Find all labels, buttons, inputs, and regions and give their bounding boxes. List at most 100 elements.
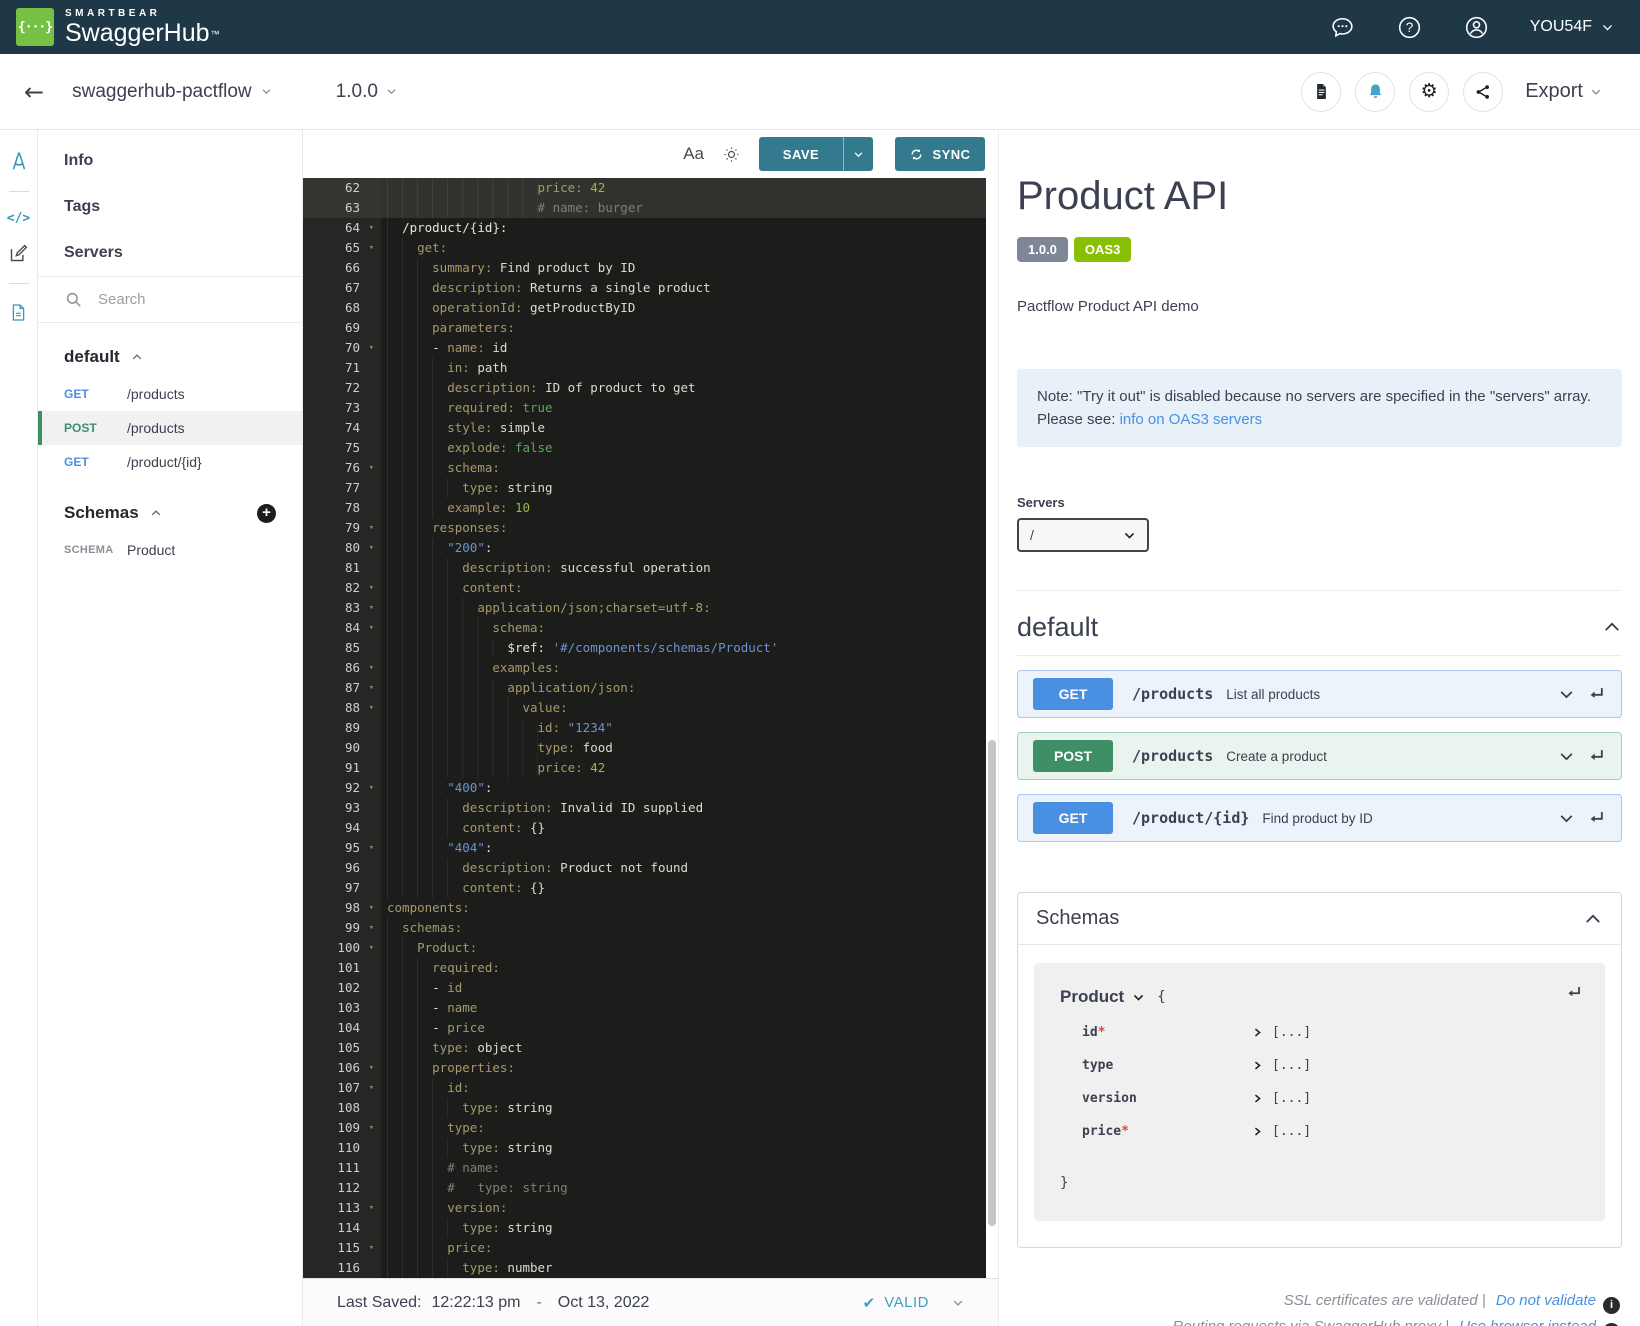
fold-arrow-icon[interactable]: ▾ bbox=[369, 698, 374, 718]
code-line[interactable]: 91 price: 42 bbox=[303, 758, 986, 778]
info-icon[interactable]: i bbox=[1603, 1297, 1620, 1314]
code-line[interactable]: 114 type: string bbox=[303, 1218, 986, 1238]
save-button[interactable]: SAVE bbox=[759, 137, 843, 171]
theme-toggle-sun-icon[interactable] bbox=[722, 145, 741, 164]
code-line[interactable]: 73 required: true bbox=[303, 398, 986, 418]
chevron-down-icon[interactable] bbox=[1558, 810, 1575, 827]
code-line[interactable]: 113▾ version: bbox=[303, 1198, 986, 1218]
save-options-caret[interactable] bbox=[843, 137, 873, 171]
chevron-right-icon[interactable] bbox=[1252, 1027, 1263, 1038]
model-return-icon[interactable] bbox=[1564, 983, 1583, 1002]
code-line[interactable]: 72 description: ID of product to get bbox=[303, 378, 986, 398]
code-line[interactable]: 111 # name: bbox=[303, 1158, 986, 1178]
code-line[interactable]: 107▾ id: bbox=[303, 1078, 986, 1098]
add-schema-button[interactable]: + bbox=[257, 504, 276, 523]
fold-arrow-icon[interactable]: ▾ bbox=[369, 538, 374, 558]
fold-arrow-icon[interactable]: ▾ bbox=[369, 1198, 374, 1218]
chevron-down-icon[interactable] bbox=[952, 1297, 964, 1309]
code-line[interactable]: 104 - price bbox=[303, 1018, 986, 1038]
code-line[interactable]: 75 explode: false bbox=[303, 438, 986, 458]
do-not-validate-link[interactable]: Do not validate bbox=[1496, 1292, 1596, 1309]
fold-arrow-icon[interactable]: ▾ bbox=[369, 1058, 374, 1078]
fold-arrow-icon[interactable]: ▾ bbox=[369, 838, 374, 858]
fold-arrow-icon[interactable]: ▾ bbox=[369, 338, 374, 358]
sidebar-item-servers[interactable]: Servers bbox=[38, 230, 302, 276]
sidebar-operation-item[interactable]: GET/product/{id} bbox=[38, 445, 302, 479]
fold-arrow-icon[interactable]: ▾ bbox=[369, 778, 374, 798]
code-area[interactable]: 62 price: 4263 # name: burger64▾ /produc… bbox=[303, 178, 986, 1278]
code-line[interactable]: 80▾ "200": bbox=[303, 538, 986, 558]
chevron-down-icon[interactable] bbox=[1558, 686, 1575, 703]
fold-arrow-icon[interactable]: ▾ bbox=[369, 938, 374, 958]
fold-arrow-icon[interactable]: ▾ bbox=[369, 658, 374, 678]
code-line[interactable]: 93 description: Invalid ID supplied bbox=[303, 798, 986, 818]
code-line[interactable]: 90 type: food bbox=[303, 738, 986, 758]
code-line[interactable]: 76▾ schema: bbox=[303, 458, 986, 478]
code-line[interactable]: 67 description: Returns a single product bbox=[303, 278, 986, 298]
code-line[interactable]: 101 required: bbox=[303, 958, 986, 978]
code-line[interactable]: 99▾ schemas: bbox=[303, 918, 986, 938]
fold-arrow-icon[interactable]: ▾ bbox=[369, 458, 374, 478]
code-line[interactable]: 89 id: "1234" bbox=[303, 718, 986, 738]
chevron-up-icon[interactable] bbox=[1583, 909, 1603, 929]
user-account-icon[interactable] bbox=[1463, 14, 1490, 41]
code-line[interactable]: 88▾ value: bbox=[303, 698, 986, 718]
sidebar-operation-item[interactable]: POST/products bbox=[38, 411, 302, 445]
version-dropdown[interactable]: 1.0.0 bbox=[336, 81, 397, 103]
code-line[interactable]: 74 style: simple bbox=[303, 418, 986, 438]
code-line[interactable]: 87▾ application/json: bbox=[303, 678, 986, 698]
sidebar-section-default[interactable]: default bbox=[38, 337, 302, 377]
search-input[interactable] bbox=[96, 290, 266, 309]
code-line[interactable]: 94 content: {} bbox=[303, 818, 986, 838]
code-line[interactable]: 108 type: string bbox=[303, 1098, 986, 1118]
chevron-down-icon[interactable] bbox=[1558, 748, 1575, 765]
code-line[interactable]: 84▾ schema: bbox=[303, 618, 986, 638]
code-line[interactable]: 63 # name: burger bbox=[303, 198, 986, 218]
code-line[interactable]: 65▾ get: bbox=[303, 238, 986, 258]
code-line[interactable]: 66 summary: Find product by ID bbox=[303, 258, 986, 278]
fold-arrow-icon[interactable]: ▾ bbox=[369, 1238, 374, 1258]
try-it-return-icon[interactable] bbox=[1586, 746, 1606, 766]
code-line[interactable]: 70▾ - name: id bbox=[303, 338, 986, 358]
chat-feedback-icon[interactable] bbox=[1329, 14, 1356, 41]
code-line[interactable]: 81 description: successful operation bbox=[303, 558, 986, 578]
chevron-up-icon[interactable] bbox=[1602, 617, 1622, 637]
code-line[interactable]: 62 price: 42 bbox=[303, 178, 986, 198]
fold-arrow-icon[interactable]: ▾ bbox=[369, 918, 374, 938]
sync-button[interactable]: SYNC bbox=[895, 137, 985, 171]
code-line[interactable]: 98▾components: bbox=[303, 898, 986, 918]
docs-button[interactable] bbox=[1301, 72, 1341, 112]
code-line[interactable]: 95▾ "404": bbox=[303, 838, 986, 858]
fold-arrow-icon[interactable]: ▾ bbox=[369, 218, 374, 238]
code-line[interactable]: 85 $ref: '#/components/schemas/Product' bbox=[303, 638, 986, 658]
code-line[interactable]: 102 - id bbox=[303, 978, 986, 998]
chevron-right-icon[interactable] bbox=[1252, 1093, 1263, 1104]
fold-arrow-icon[interactable]: ▾ bbox=[369, 518, 374, 538]
code-line[interactable]: 100▾ Product: bbox=[303, 938, 986, 958]
use-browser-link[interactable]: Use browser instead bbox=[1459, 1318, 1596, 1326]
code-line[interactable]: 83▾ application/json;charset=utf-8: bbox=[303, 598, 986, 618]
code-line[interactable]: 68 operationId: getProductByID bbox=[303, 298, 986, 318]
scrollbar-thumb[interactable] bbox=[988, 740, 996, 1226]
code-editor-icon[interactable]: </> bbox=[7, 211, 30, 226]
chevron-down-icon[interactable] bbox=[1132, 991, 1145, 1004]
code-line[interactable]: 110 type: string bbox=[303, 1138, 986, 1158]
fold-arrow-icon[interactable]: ▾ bbox=[369, 1118, 374, 1138]
server-select[interactable]: / bbox=[1017, 518, 1149, 552]
api-designer-icon[interactable] bbox=[8, 150, 30, 172]
code-line[interactable]: 69 parameters: bbox=[303, 318, 986, 338]
code-line[interactable]: 79▾ responses: bbox=[303, 518, 986, 538]
fold-arrow-icon[interactable]: ▾ bbox=[369, 1078, 374, 1098]
code-line[interactable]: 112 # type: string bbox=[303, 1178, 986, 1198]
model-title-row[interactable]: Product { bbox=[1050, 987, 1581, 1007]
export-dropdown[interactable]: Export bbox=[1525, 80, 1602, 103]
fold-arrow-icon[interactable]: ▾ bbox=[369, 678, 374, 698]
code-line[interactable]: 105 type: object bbox=[303, 1038, 986, 1058]
code-line[interactable]: 106▾ properties: bbox=[303, 1058, 986, 1078]
code-line[interactable]: 92▾ "400": bbox=[303, 778, 986, 798]
code-line[interactable]: 96 description: Product not found bbox=[303, 858, 986, 878]
operation-row[interactable]: GET/productsList all products bbox=[1017, 670, 1622, 718]
code-line[interactable]: 116 type: number bbox=[303, 1258, 986, 1278]
info-icon[interactable]: i bbox=[1603, 1323, 1620, 1326]
share-button[interactable] bbox=[1463, 72, 1503, 112]
